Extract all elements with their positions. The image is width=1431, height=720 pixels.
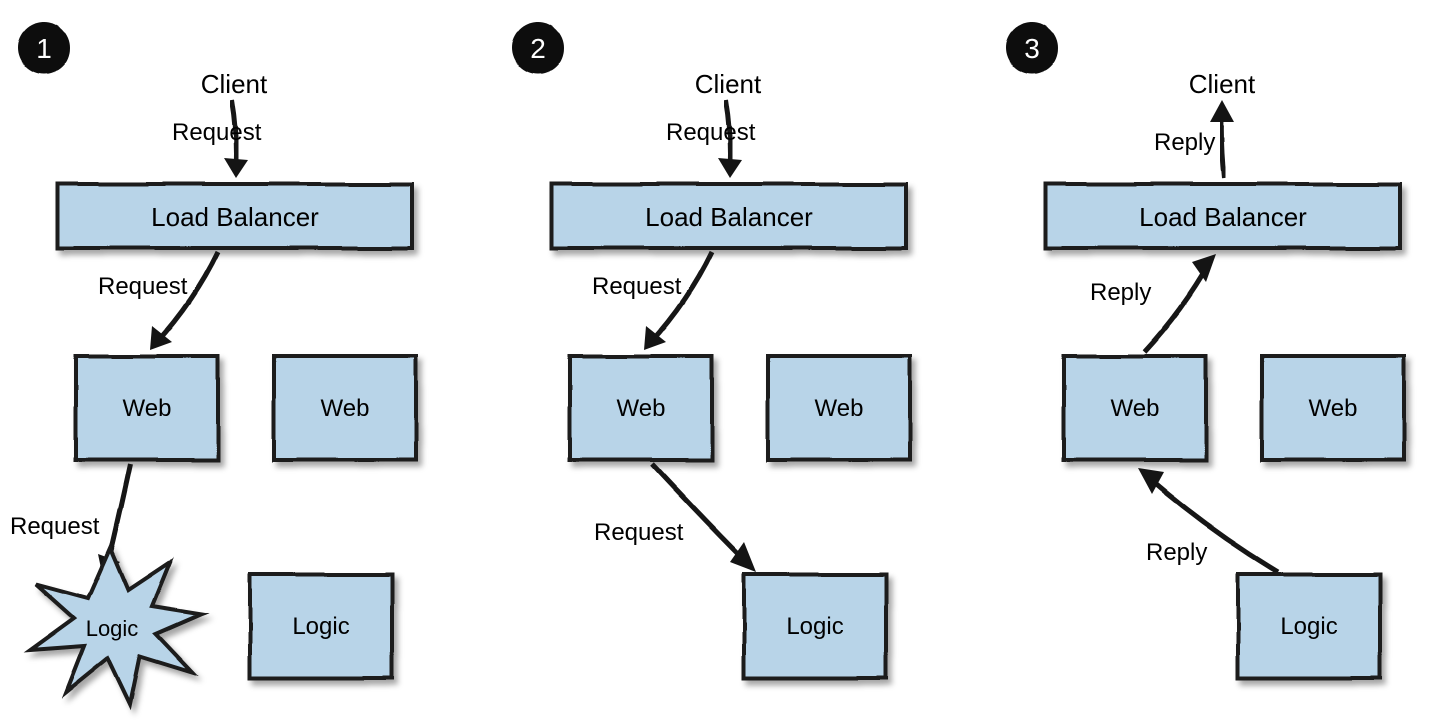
svg-text:1: 1 <box>36 33 52 64</box>
logic-right-label: Logic <box>786 613 843 640</box>
svg-text:Reply: Reply <box>1146 539 1207 566</box>
svg-text:Request: Request <box>172 119 262 146</box>
web-left-label: Web <box>123 395 172 422</box>
diagram-canvas: 1 Client Request Load Balancer Request W… <box>0 0 1431 720</box>
svg-text:Reply: Reply <box>1154 129 1215 156</box>
web-left-label: Web <box>1111 395 1160 422</box>
logic-right-label: Logic <box>292 613 349 640</box>
edge-web-to-logic: Request <box>594 464 756 572</box>
web-right-label: Web <box>815 395 864 422</box>
edge-web-to-lb: Reply <box>1090 254 1216 352</box>
panel-3: 3 Client Reply Load Balancer Reply Web W… <box>1006 22 1404 678</box>
svg-text:3: 3 <box>1024 33 1040 64</box>
web-right-label: Web <box>321 395 370 422</box>
web-left-label: Web <box>617 395 666 422</box>
svg-text:Request: Request <box>594 519 684 546</box>
client-label: Client <box>1189 69 1256 99</box>
edge-lb-to-client: Reply <box>1154 100 1234 178</box>
svg-text:Request: Request <box>10 513 100 540</box>
edge-lb-to-web: Request <box>98 252 218 350</box>
edge-client-to-lb: Request <box>172 100 262 178</box>
svg-text:Request: Request <box>592 273 682 300</box>
load-balancer-label: Load Balancer <box>1139 202 1307 232</box>
edge-logic-to-web: Reply <box>1138 468 1278 572</box>
svg-text:Request: Request <box>98 273 188 300</box>
panel-2: 2 Client Request Load Balancer Request W… <box>512 22 910 678</box>
logic-right-label: Logic <box>1280 613 1337 640</box>
edge-client-to-lb: Request <box>666 100 756 178</box>
client-label: Client <box>695 69 762 99</box>
svg-text:Reply: Reply <box>1090 279 1151 306</box>
edge-lb-to-web: Request <box>592 252 712 350</box>
load-balancer-label: Load Balancer <box>645 202 813 232</box>
svg-text:Request: Request <box>666 119 756 146</box>
panel-1: 1 Client Request Load Balancer Request W… <box>10 22 416 704</box>
web-right-label: Web <box>1309 395 1358 422</box>
load-balancer-label: Load Balancer <box>151 202 319 232</box>
client-label: Client <box>201 69 268 99</box>
logic-left-label: Logic <box>86 616 139 641</box>
panel-badge-2: 2 <box>512 22 564 74</box>
panel-badge-1: 1 <box>18 22 70 74</box>
svg-text:2: 2 <box>530 33 546 64</box>
panel-badge-3: 3 <box>1006 22 1058 74</box>
